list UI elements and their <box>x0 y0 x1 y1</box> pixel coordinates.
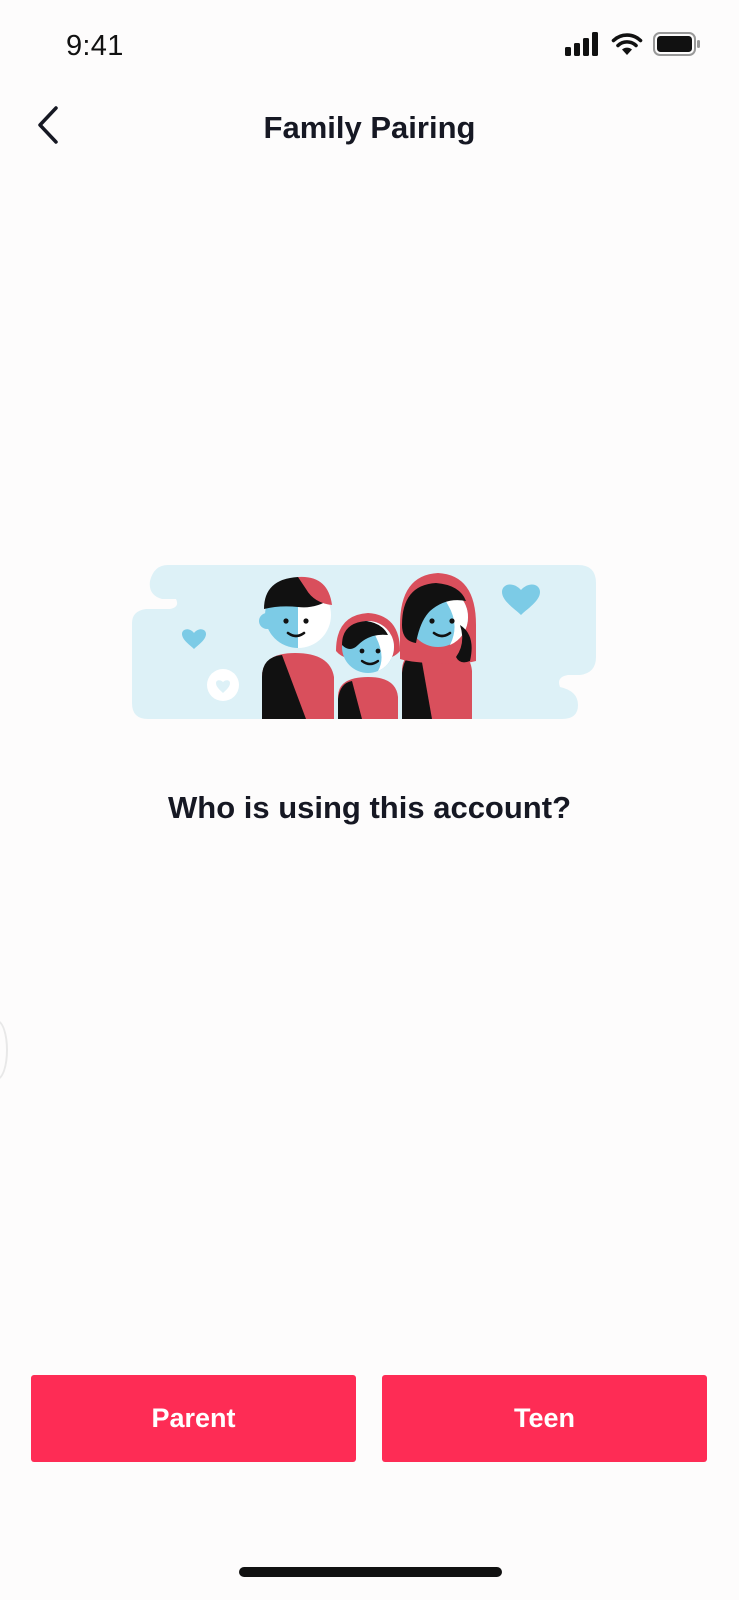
parent-button[interactable]: Parent <box>31 1375 356 1462</box>
signal-icon <box>565 32 601 61</box>
page-title: Family Pairing <box>263 110 476 145</box>
status-icons <box>565 32 701 61</box>
home-indicator[interactable] <box>239 1567 502 1577</box>
status-bar: 9:41 <box>0 0 739 96</box>
status-time: 9:41 <box>66 30 124 62</box>
edge-handle <box>0 1020 8 1080</box>
battery-icon <box>653 32 701 61</box>
teen-button[interactable]: Teen <box>382 1375 707 1462</box>
family-illustration <box>130 565 610 733</box>
account-question: Who is using this account? <box>168 790 571 825</box>
wifi-icon <box>611 32 643 61</box>
nav-bar: Family Pairing <box>0 96 739 162</box>
